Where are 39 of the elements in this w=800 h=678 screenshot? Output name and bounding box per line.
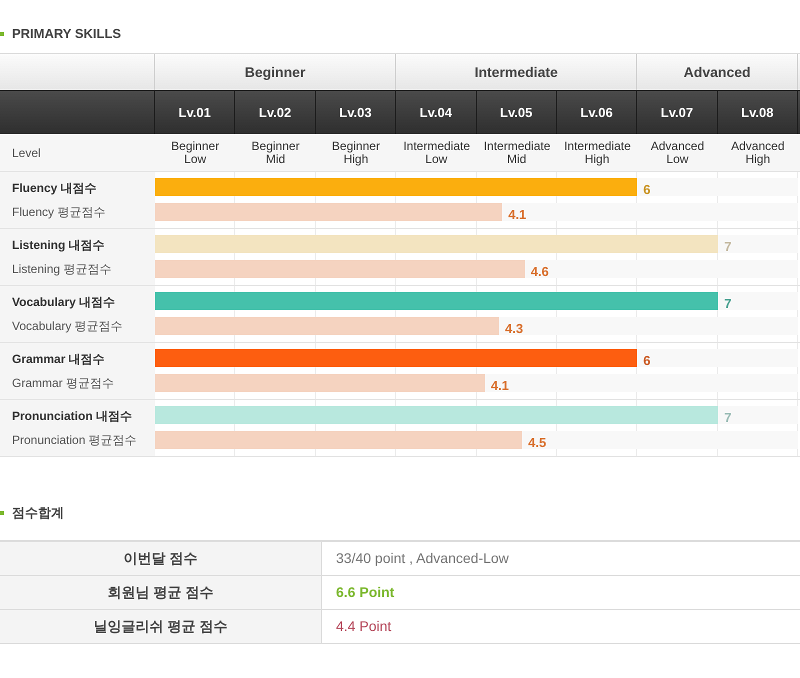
total-value: 4.4 Point [335,617,392,636]
total-label: 회원님 평균 점수 [0,576,322,609]
bullet-icon [0,32,4,36]
average-score-label: Listening 평균점수 [12,261,112,278]
my-score-label: Listening 내점수 [12,237,106,254]
score-value: 6 [643,354,650,367]
average-score-label: Pronunciation 평균점수 [12,432,138,449]
my-score-label: Vocabulary 내점수 [12,294,116,311]
score-value: 4.1 [508,208,526,221]
section-title: PRIMARY SKILLS [12,25,122,44]
level-name: Intermediate Mid [484,140,550,166]
level-name: Intermediate High [564,140,630,166]
average-score-label: Vocabulary 평균점수 [12,318,124,335]
total-value: 6.6 Point [335,583,394,602]
score-value: 7 [724,297,732,310]
average-score-label: Fluency 평균점수 [12,204,106,221]
score-value: 4.3 [505,322,524,335]
level-name: Beginner Mid [250,140,301,166]
score-value: 6 [643,183,650,196]
level-name: Advanced High [730,140,786,166]
total-label: 닐잉글리쉬 평균 점수 [0,610,322,643]
level-name: Beginner High [330,140,381,166]
bullet-icon [0,511,4,515]
total-value: 33/40 point , Advanced-Low [335,549,509,568]
total-label: 이번달 점수 [0,542,322,575]
row-label: Level [12,144,41,162]
score-value: 4.1 [490,379,509,392]
score-value: 4.5 [528,436,546,449]
average-score-label: Grammar 평균점수 [12,375,115,392]
level-name: Advanced Low [650,140,706,166]
section-title: 점수합계 [12,504,64,522]
score-value: 7 [724,240,732,253]
score-value: 4.6 [530,265,549,278]
my-score-label: Grammar 내점수 [12,351,106,368]
my-score-label: Fluency 내점수 [12,180,98,197]
score-value: 7 [724,411,732,424]
level-name: Intermediate Low [403,140,470,166]
level-name: Beginner Low [170,140,220,166]
my-score-label: Pronunciation 내점수 [12,408,133,425]
